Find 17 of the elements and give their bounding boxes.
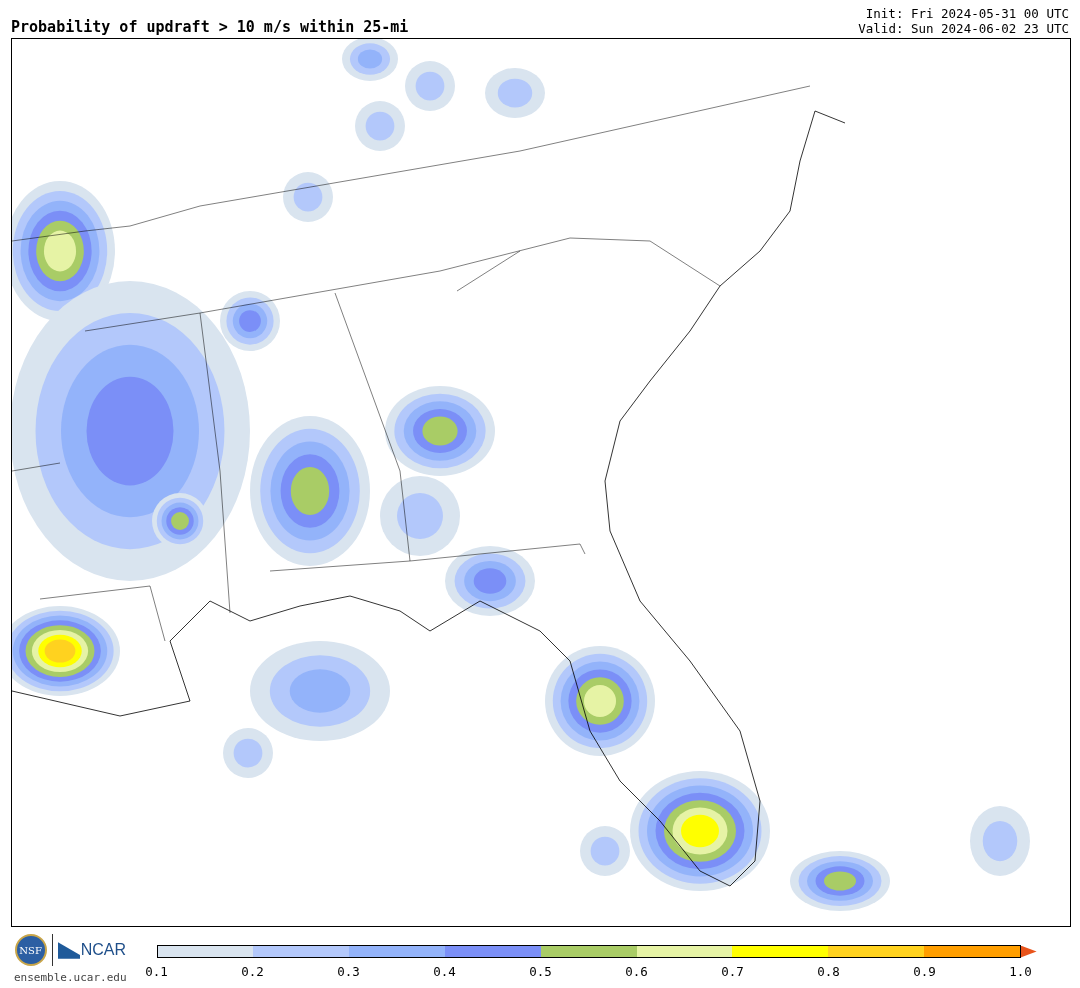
site-url: ensemble.ucar.edu: [14, 971, 127, 984]
tick-label: 0.6: [625, 964, 648, 979]
nsf-logo: NSF: [14, 934, 47, 966]
init-time: Init: Fri 2024-05-31 00 UTC: [865, 6, 1069, 21]
tick-label: 1.0: [1009, 964, 1032, 979]
tick-label: 0.8: [817, 964, 840, 979]
ncar-logo: NCAR: [80, 941, 126, 959]
chart-title: Probability of updraft > 10 m/s within 25-mi: [11, 18, 409, 36]
tick-label: 0.5: [529, 964, 552, 979]
tick-label: 0.3: [337, 964, 360, 979]
valid-time: Valid: Sun 2024-06-02 23 UTC: [858, 21, 1069, 36]
tick-label: 0.2: [241, 964, 264, 979]
tick-label: 0.9: [913, 964, 936, 979]
ncar-logo-icon: [57, 941, 80, 959]
tick-label: 0.1: [145, 964, 168, 979]
tick-label: 0.4: [433, 964, 456, 979]
tick-label: 0.7: [721, 964, 744, 979]
